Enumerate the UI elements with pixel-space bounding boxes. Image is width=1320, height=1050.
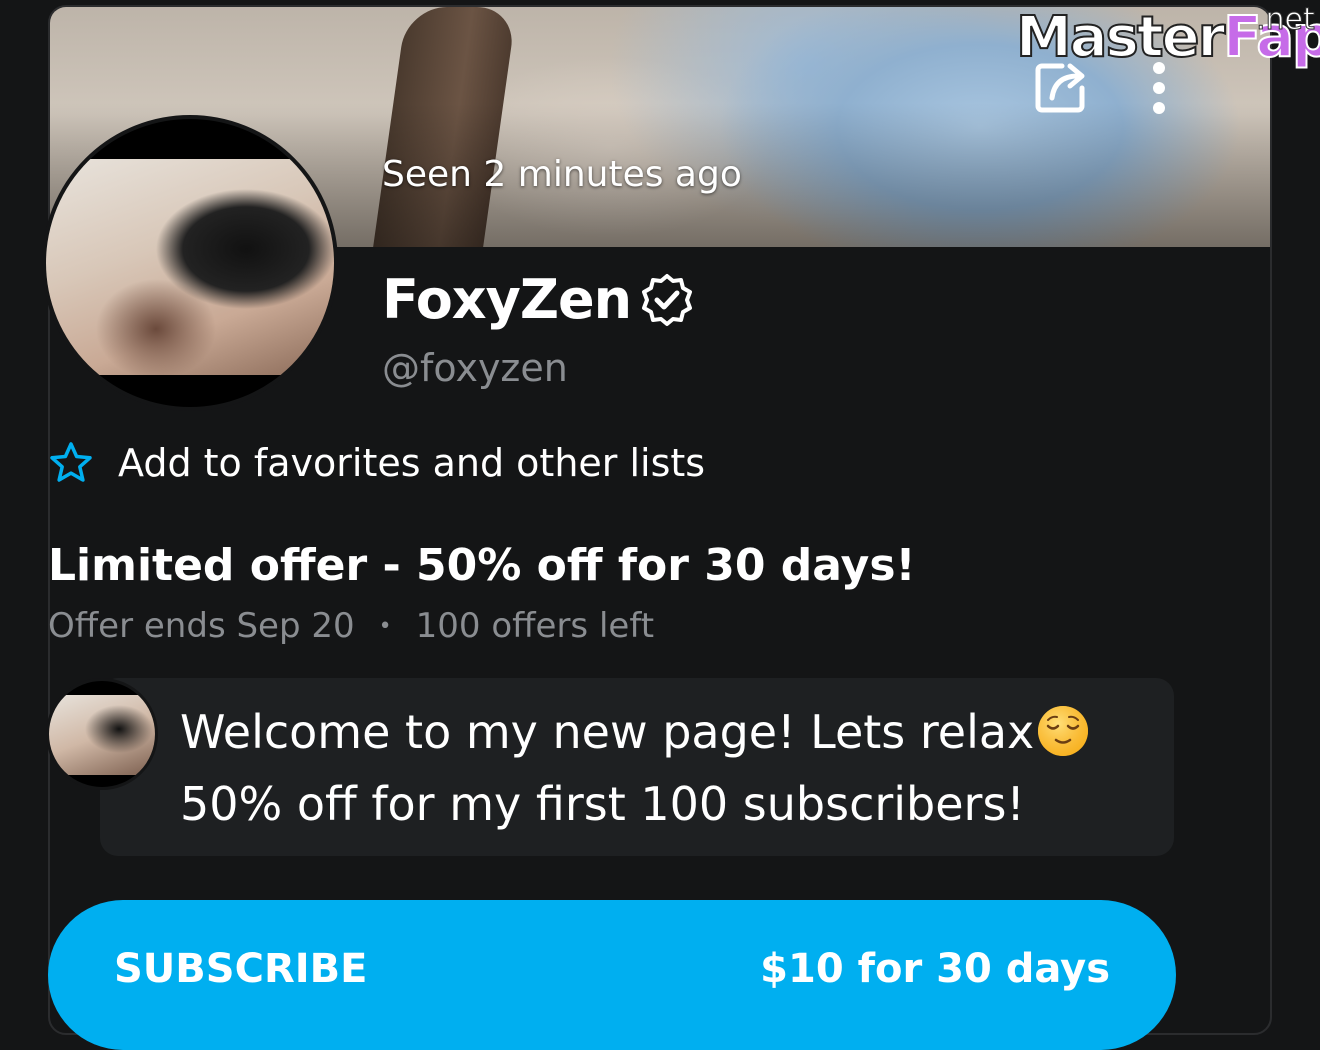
profile-avatar[interactable] — [42, 115, 338, 411]
offer-title: Limited offer - 50% off for 30 days! — [48, 540, 916, 591]
last-seen-status: Seen 2 minutes ago — [382, 154, 742, 195]
verified-badge-icon — [642, 273, 693, 326]
offers-remaining: 100 offers left — [415, 606, 655, 646]
relieved-face-emoji — [1038, 706, 1089, 756]
message-avatar-photo — [49, 695, 155, 775]
profile-handle: @foxyzen — [382, 346, 568, 390]
subscribe-button[interactable]: SUBSCRIBE $10 for 30 days — [48, 900, 1176, 1050]
avatar-photo — [46, 159, 334, 375]
subscribe-label: SUBSCRIBE — [114, 946, 368, 992]
offer-ends: Offer ends Sep 20 — [48, 606, 355, 646]
welcome-message-text: Welcome to my new page! Lets relax 50% o… — [180, 696, 1160, 840]
message-avatar[interactable] — [46, 678, 158, 790]
watermark-logo: MasterFap .net — [1015, 2, 1320, 74]
message-text-end: 50% off for my first 100 subscribers! — [180, 777, 1025, 831]
star-icon — [50, 442, 92, 482]
profile-name-row: FoxyZen — [382, 268, 695, 331]
add-to-favorites-button[interactable]: Add to favorites and other lists — [48, 440, 705, 486]
profile-name: FoxyZen — [382, 268, 632, 331]
message-text-start: Welcome to my new page! Lets relax — [180, 705, 1035, 759]
watermark-suffix: .net — [1256, 2, 1316, 38]
favorites-label: Add to favorites and other lists — [118, 441, 706, 485]
offer-separator: • — [378, 613, 392, 639]
offer-meta: Offer ends Sep 20 • 100 offers left — [48, 606, 654, 646]
watermark-part1: Master — [1015, 4, 1226, 71]
subscribe-price: $10 for 30 days — [760, 946, 1110, 992]
